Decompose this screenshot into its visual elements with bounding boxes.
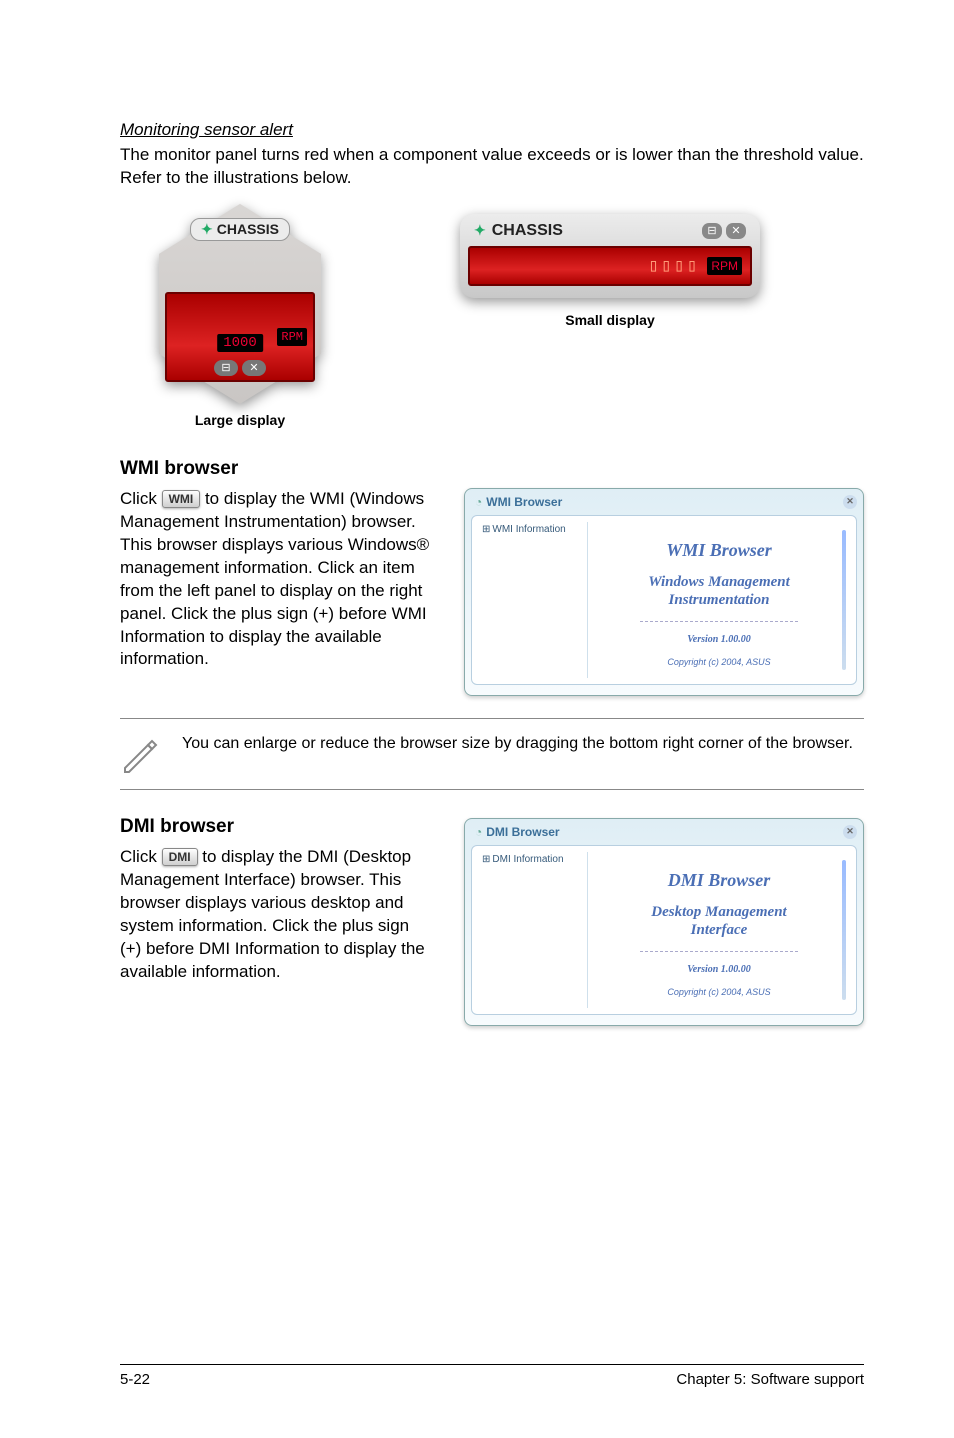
- dmi-version: Version 1.00.00: [687, 964, 751, 975]
- window-icon: ◔: [475, 825, 482, 839]
- wmi-description: Click WMI to display the WMI (Windows Ma…: [120, 488, 434, 672]
- close-button[interactable]: ✕: [242, 360, 266, 376]
- wmi-main-title: WMI Browser: [666, 540, 772, 561]
- pencil-icon: [120, 733, 160, 773]
- wmi-tree[interactable]: ⊞WMI Information: [478, 522, 588, 678]
- dmi-tree[interactable]: ⊞DMI Information: [478, 852, 588, 1008]
- note-block: You can enlarge or reduce the browser si…: [120, 718, 864, 790]
- wmi-main-sub: Windows ManagementInstrumentation: [648, 573, 790, 609]
- large-value: 1000: [217, 334, 263, 352]
- plus-icon[interactable]: ⊞: [482, 524, 490, 535]
- chassis-label-large: ✦ CHASSIS: [190, 218, 290, 241]
- chapter-label: Chapter 5: Software support: [676, 1371, 864, 1388]
- dmi-browser-screenshot: ◔ DMI Browser ✕ ⊞DMI Information DMI Brow…: [464, 818, 864, 1026]
- wmi-browser-screenshot: ◔ WMI Browser ✕ ⊞WMI Information WMI Brow…: [464, 488, 864, 696]
- dmi-main-title: DMI Browser: [668, 870, 771, 891]
- close-icon[interactable]: ✕: [843, 825, 857, 839]
- dmi-button[interactable]: DMI: [162, 848, 198, 866]
- large-caption: Large display: [195, 412, 285, 428]
- chassis-label-small: CHASSIS: [492, 222, 563, 240]
- dmi-description: Click DMI to display the DMI (Desktop Ma…: [120, 846, 434, 984]
- rpm-badge-large: RPM: [277, 328, 307, 346]
- window-icon: ◔: [475, 495, 482, 509]
- small-display-panel: ✦ CHASSIS ⊟ ✕ ▯▯▯▯ RPM: [460, 214, 760, 298]
- config-button[interactable]: ⊟: [702, 223, 722, 239]
- close-button[interactable]: ✕: [726, 223, 746, 239]
- plus-icon[interactable]: ⊞: [482, 854, 490, 865]
- wmi-button[interactable]: WMI: [162, 490, 201, 508]
- small-digits: ▯▯▯▯: [648, 255, 699, 277]
- monitoring-heading: Monitoring sensor alert: [120, 120, 864, 140]
- fan-icon: ✦: [201, 221, 213, 238]
- wmi-window-title: WMI Browser: [486, 495, 562, 509]
- scrollbar[interactable]: [842, 530, 846, 670]
- wmi-version: Version 1.00.00: [687, 634, 751, 645]
- page-number: 5-22: [120, 1371, 150, 1388]
- fan-icon: ✦: [474, 222, 486, 239]
- monitoring-desc: The monitor panel turns red when a compo…: [120, 144, 864, 190]
- dmi-window-title: DMI Browser: [486, 825, 559, 839]
- rpm-badge-small: RPM: [707, 257, 742, 275]
- note-text: You can enlarge or reduce the browser si…: [182, 733, 853, 773]
- dmi-main-sub: Desktop ManagementInterface: [651, 903, 786, 939]
- wmi-copyright: Copyright (c) 2004, ASUS: [667, 657, 770, 667]
- wmi-heading: WMI browser: [120, 458, 864, 480]
- large-display-panel: ✦ CHASSIS RPM 1000 ⊟ ✕: [150, 204, 330, 404]
- config-button[interactable]: ⊟: [214, 360, 238, 376]
- scrollbar[interactable]: [842, 860, 846, 1000]
- dmi-copyright: Copyright (c) 2004, ASUS: [667, 987, 770, 997]
- close-icon[interactable]: ✕: [843, 495, 857, 509]
- small-caption: Small display: [565, 312, 654, 328]
